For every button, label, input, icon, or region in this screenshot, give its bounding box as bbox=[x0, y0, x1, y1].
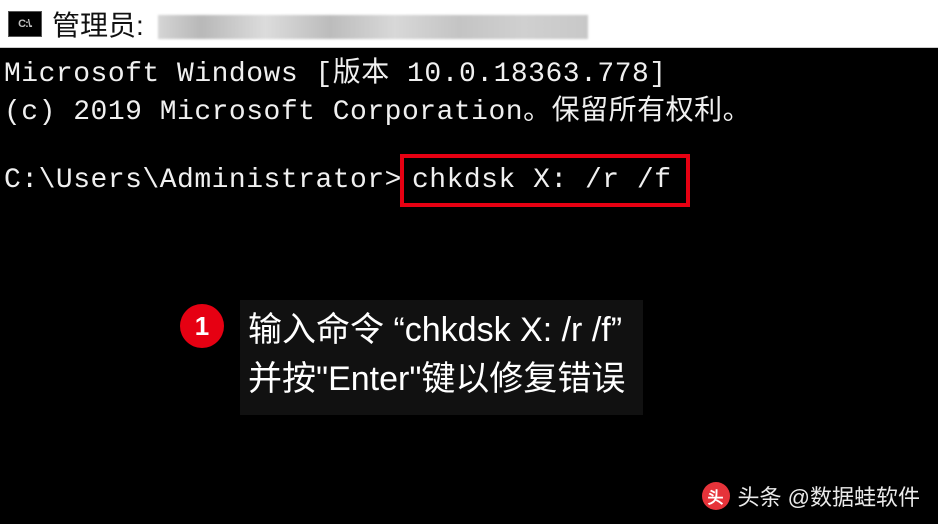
step-number-badge: 1 bbox=[180, 304, 224, 348]
title-prefix: 管理员: bbox=[52, 10, 144, 41]
command-text[interactable]: chkdsk X: /r /f bbox=[412, 165, 672, 196]
prompt-text: C:\Users\Administrator> bbox=[4, 162, 402, 200]
title-blurred-path bbox=[158, 15, 588, 39]
instruction-line-2: 并按"Enter"键以修复错误 bbox=[248, 355, 625, 404]
instruction-text-box: 输入命令 “chkdsk X: /r /f” 并按"Enter"键以修复错误 bbox=[240, 300, 643, 415]
terminal-output[interactable]: Microsoft Windows [版本 10.0.18363.778] (c… bbox=[0, 48, 938, 207]
version-line: Microsoft Windows [版本 10.0.18363.778] bbox=[4, 56, 934, 94]
window-title: 管理员: bbox=[52, 4, 588, 44]
window-title-bar: C:\. 管理员: bbox=[0, 0, 938, 48]
cmd-icon: C:\. bbox=[8, 11, 42, 37]
prompt-row: C:\Users\Administrator> chkdsk X: /r /f bbox=[4, 154, 934, 208]
instruction-callout: 1 输入命令 “chkdsk X: /r /f” 并按"Enter"键以修复错误 bbox=[180, 300, 643, 415]
copyright-line: (c) 2019 Microsoft Corporation。保留所有权利。 bbox=[4, 94, 934, 132]
command-highlight-box: chkdsk X: /r /f bbox=[400, 154, 690, 208]
watermark: 头 头条 @数据蛙软件 bbox=[702, 480, 920, 512]
instruction-line-1: 输入命令 “chkdsk X: /r /f” bbox=[248, 306, 625, 355]
watermark-icon: 头 bbox=[702, 482, 730, 510]
watermark-text: 头条 @数据蛙软件 bbox=[738, 480, 920, 512]
